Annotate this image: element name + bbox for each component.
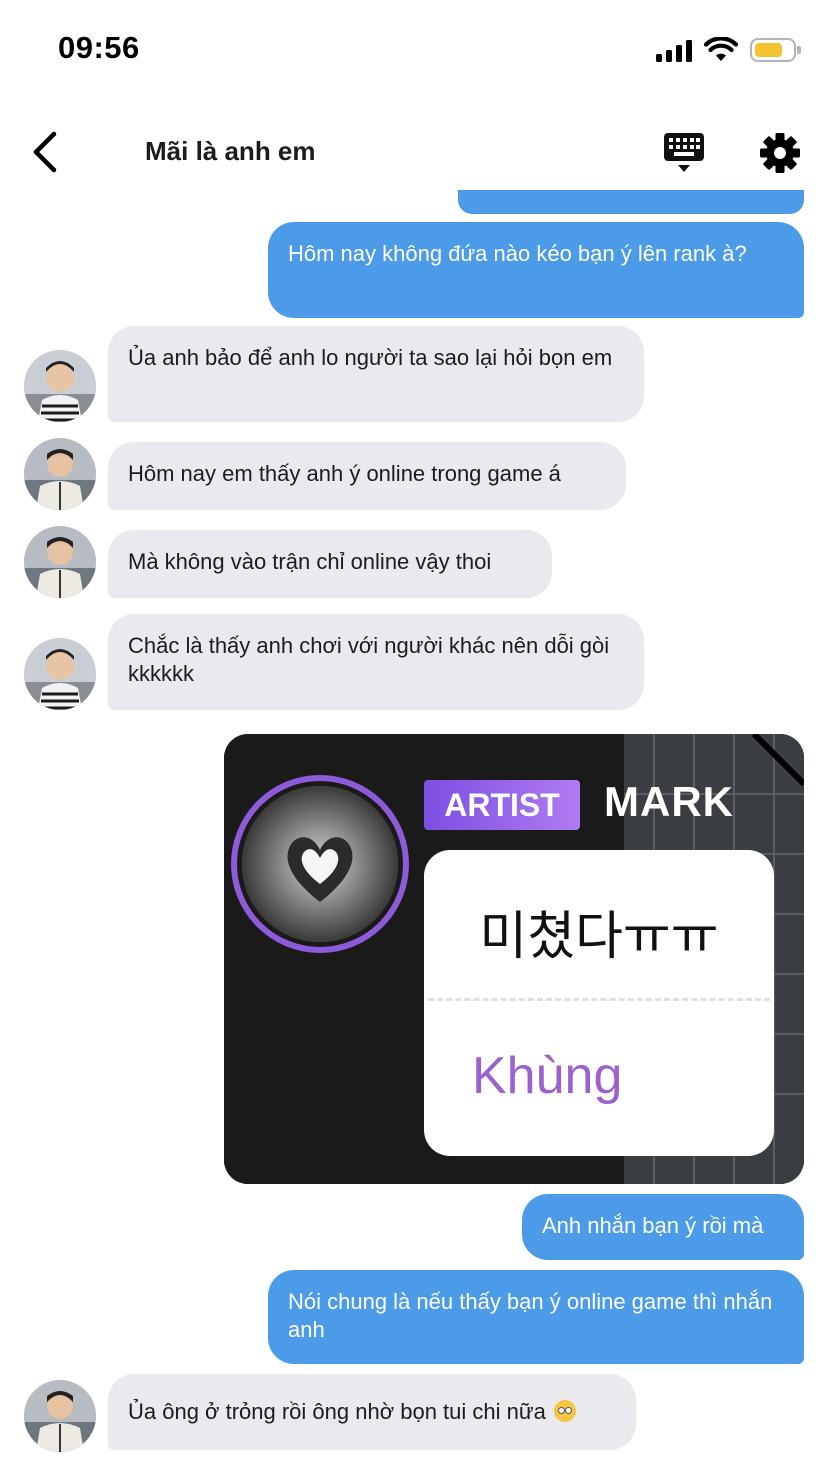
message-text: Anh nhắn bạn ý rồi mà	[542, 1213, 764, 1238]
message-text: Chắc là thấy anh chơi với người khác nên…	[128, 633, 610, 686]
message-text: Hôm nay em thấy anh ý online trong game …	[128, 461, 561, 486]
message-bubble-incoming[interactable]: Ủa ông ở trỏng rồi ông nhờ bọn tui chi n…	[108, 1374, 636, 1450]
cellular-signal-icon	[656, 38, 692, 62]
avatar[interactable]	[24, 438, 96, 510]
previous-message-bubble	[458, 190, 804, 214]
avatar-photo	[24, 526, 96, 598]
avatar-photo	[24, 438, 96, 510]
avatar[interactable]	[24, 350, 96, 422]
message-text: Ủa ông ở trỏng rồi ông nhờ bọn tui chi n…	[128, 1399, 546, 1424]
korean-text: 미쳤다ㅠㅠ	[479, 907, 719, 967]
keyboard-icon	[664, 133, 704, 172]
message-text: Mà không vào trận chỉ online vậy thoi	[128, 549, 492, 574]
chevron-left-icon	[33, 131, 57, 173]
message-bubble-incoming[interactable]: Ủa anh bảo để anh lo người ta sao lại hỏ…	[108, 326, 644, 422]
message-text: Nói chung là nếu thấy bạn ý online game …	[288, 1289, 773, 1342]
artist-name: MARK	[604, 778, 734, 825]
chat-screen: 09:56 Mãi là anh em Hôm nay không đứa nà…	[0, 0, 828, 1471]
keyboard-toggle-button[interactable]	[660, 130, 710, 176]
message-bubble-outgoing[interactable]: Anh nhắn bạn ý rồi mà	[522, 1194, 804, 1260]
eye-roll-emoji-icon	[553, 1400, 576, 1422]
avatar[interactable]	[24, 526, 96, 598]
message-text: Hôm nay không đứa nào kéo bạn ý lên rank…	[288, 241, 747, 266]
settings-button[interactable]	[756, 130, 804, 176]
avatar[interactable]	[24, 1380, 96, 1452]
message-text: Ủa anh bảo để anh lo người ta sao lại hỏ…	[128, 345, 613, 370]
status-icons	[656, 34, 801, 66]
message-bubble-outgoing[interactable]: Nói chung là nếu thấy bạn ý online game …	[268, 1270, 804, 1364]
chat-title: Mãi là anh em	[145, 136, 316, 166]
divider	[428, 998, 770, 1001]
image-message[interactable]: ARTIST MARK 미쳤다ㅠㅠ Khùng	[224, 734, 804, 1184]
back-button[interactable]	[24, 128, 68, 176]
battery-icon	[750, 38, 801, 62]
message-bubble-incoming[interactable]: Mà không vào trận chỉ online vậy thoi	[108, 530, 552, 598]
message-bubble-outgoing[interactable]: Hôm nay không đứa nào kéo bạn ý lên rank…	[268, 222, 804, 318]
wifi-icon	[704, 37, 738, 61]
chat-header: Mãi là anh em	[0, 110, 828, 196]
avatar-photo	[24, 1380, 96, 1452]
artist-badge: ARTIST	[424, 780, 580, 830]
message-bubble-incoming[interactable]: Hôm nay em thấy anh ý online trong game …	[108, 442, 626, 510]
translation-card: 미쳤다ㅠㅠ Khùng	[424, 850, 774, 1156]
avatar[interactable]	[24, 638, 96, 710]
avatar-photo	[24, 350, 96, 422]
translation-text: Khùng	[472, 1047, 623, 1105]
status-time: 09:56	[58, 30, 140, 65]
avatar-photo	[24, 638, 96, 710]
message-bubble-incoming[interactable]: Chắc là thấy anh chơi với người khác nên…	[108, 614, 644, 710]
gear-icon	[760, 133, 800, 173]
